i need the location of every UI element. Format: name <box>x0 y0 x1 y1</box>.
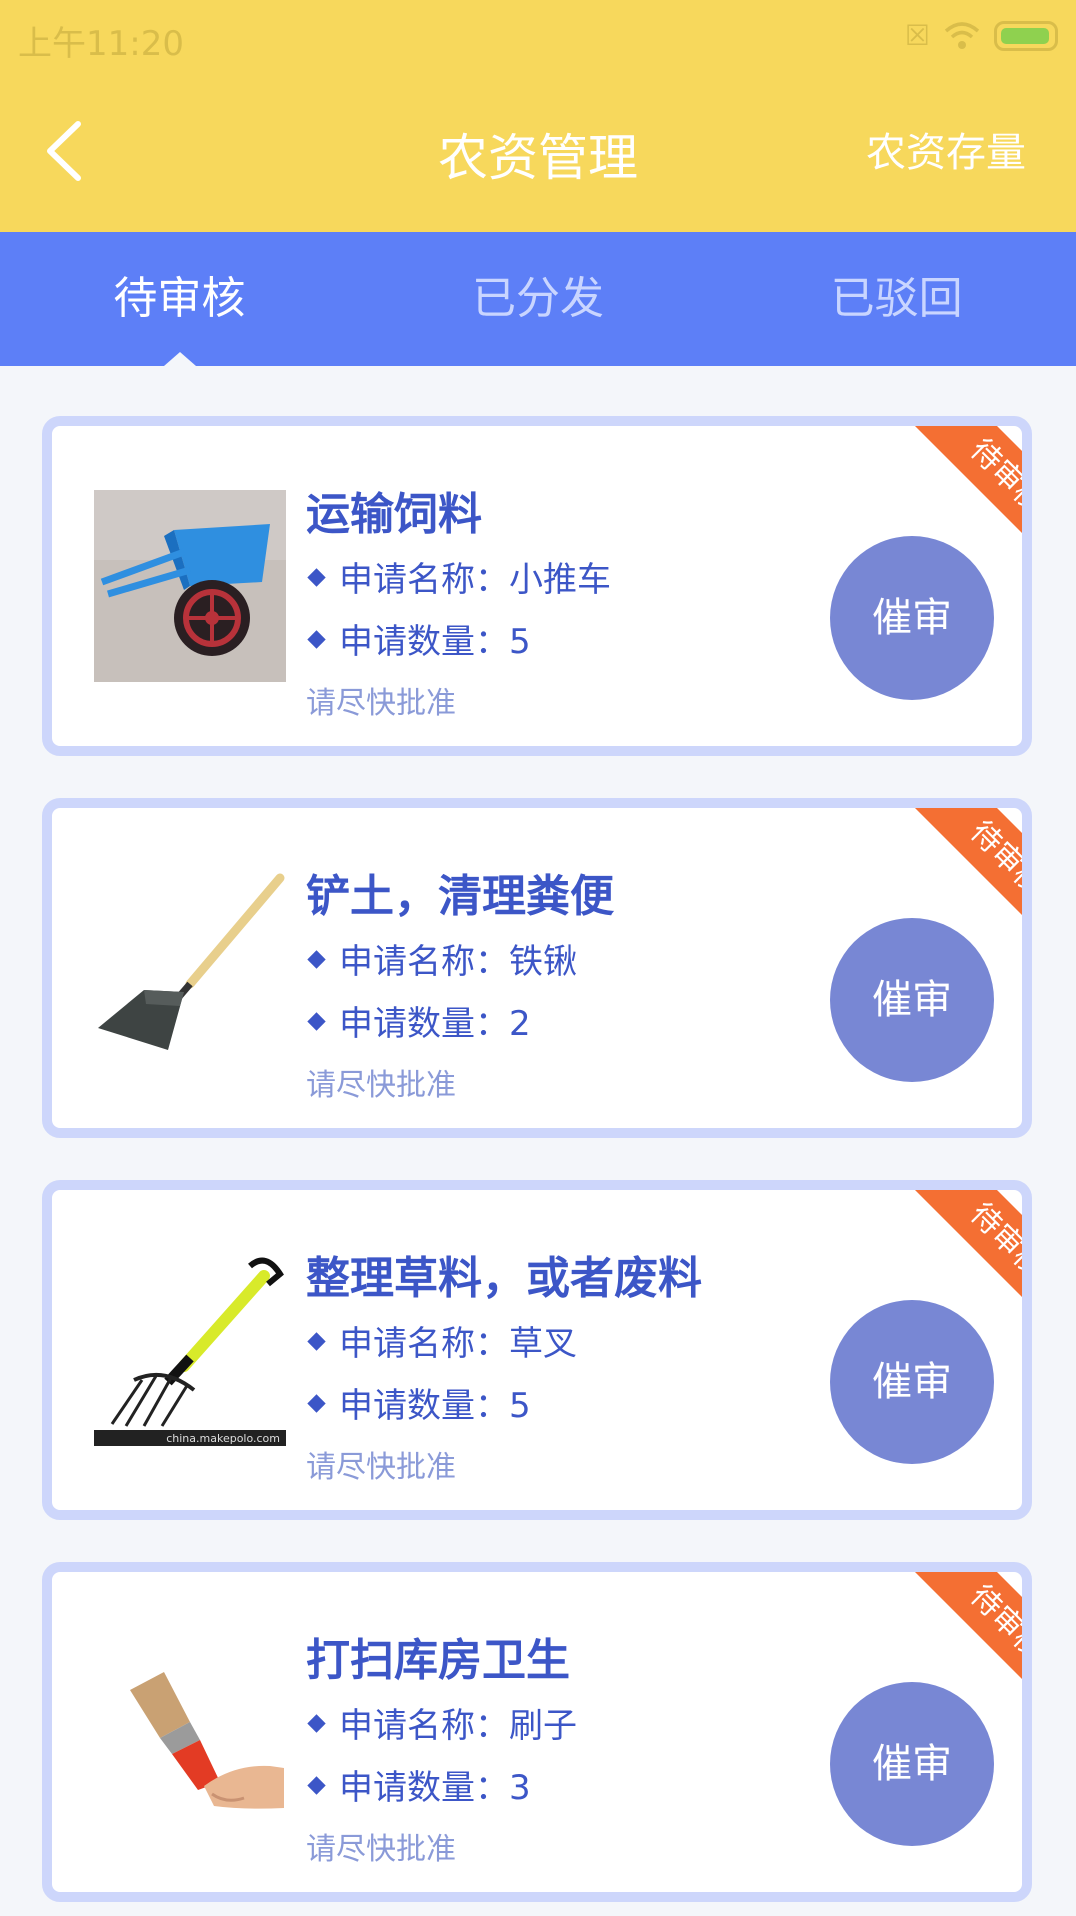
item-quantity-line: 申请数量：5 <box>306 614 531 663</box>
active-tab-indicator <box>164 352 196 366</box>
brush-image <box>94 1636 286 1828</box>
urge-review-button[interactable]: 催审 <box>830 1300 994 1464</box>
request-card[interactable]: china.makepolo.com 整理草料，或者废料 申请名称：草叉 申请数… <box>42 1180 1032 1520</box>
tab-pending[interactable]: 待审核 <box>0 232 359 366</box>
urge-review-button[interactable]: 催审 <box>830 918 994 1082</box>
diamond-bullet-icon <box>307 1394 326 1413</box>
status-time: 上午11:20 <box>18 24 184 64</box>
urge-review-button[interactable]: 催审 <box>830 536 994 700</box>
sim-icon: ☒ <box>904 19 930 52</box>
app-header: 上午11:20 ☒ 农资管理 农资存量 <box>0 0 1076 232</box>
item-name-line: 申请名称：草叉 <box>306 1316 577 1365</box>
tab-distributed[interactable]: 已分发 <box>359 232 718 366</box>
wheelbarrow-image <box>94 490 286 682</box>
status-ribbon: 待审核 <box>892 1190 1022 1320</box>
image-watermark: china.makepolo.com <box>166 1432 280 1445</box>
status-icons: ☒ <box>905 18 1058 54</box>
card-note: 请尽快批准 <box>306 1068 456 1103</box>
item-name-line: 申请名称：刷子 <box>306 1698 577 1747</box>
diamond-bullet-icon <box>307 1012 326 1031</box>
card-title: 打扫库房卫生 <box>306 1635 570 1686</box>
item-name-line: 申请名称：铁锹 <box>306 934 577 983</box>
item-name-line: 申请名称：小推车 <box>306 552 611 601</box>
inventory-link[interactable]: 农资存量 <box>866 120 1026 178</box>
request-card[interactable]: 打扫库房卫生 申请名称：刷子 申请数量：3 请尽快批准 催审 待审核 <box>42 1562 1032 1902</box>
urge-review-button[interactable]: 催审 <box>830 1682 994 1846</box>
ribbon-label: 待审核 <box>912 808 1022 938</box>
item-quantity-line: 申请数量：5 <box>306 1378 531 1427</box>
status-tabs: 待审核 已分发 已驳回 <box>0 232 1076 366</box>
ribbon-label: 待审核 <box>912 1572 1022 1702</box>
item-quantity-line: 申请数量：2 <box>306 996 531 1045</box>
card-title: 整理草料，或者废料 <box>306 1253 702 1304</box>
status-ribbon: 待审核 <box>892 1572 1022 1702</box>
diamond-bullet-icon <box>307 630 326 649</box>
diamond-bullet-icon <box>307 568 326 587</box>
diamond-bullet-icon <box>307 1714 326 1733</box>
wifi-icon <box>944 22 980 49</box>
tab-rejected[interactable]: 已驳回 <box>717 232 1076 366</box>
item-quantity-line: 申请数量：3 <box>306 1760 531 1809</box>
battery-icon <box>994 21 1058 51</box>
status-ribbon: 待审核 <box>892 808 1022 938</box>
diamond-bullet-icon <box>307 1776 326 1795</box>
card-note: 请尽快批准 <box>306 1450 456 1485</box>
request-card[interactable]: 运输饲料 申请名称：小推车 申请数量：5 请尽快批准 催审 待审核 <box>42 416 1032 756</box>
diamond-bullet-icon <box>307 1332 326 1351</box>
card-title: 运输饲料 <box>306 489 482 540</box>
shovel-image <box>94 872 286 1064</box>
pitchfork-image: china.makepolo.com <box>94 1254 286 1446</box>
card-note: 请尽快批准 <box>306 686 456 721</box>
ribbon-label: 待审核 <box>912 1190 1022 1320</box>
ribbon-label: 待审核 <box>912 426 1022 556</box>
card-note: 请尽快批准 <box>306 1832 456 1867</box>
diamond-bullet-icon <box>307 950 326 969</box>
status-ribbon: 待审核 <box>892 426 1022 556</box>
request-card[interactable]: 铲土，清理粪便 申请名称：铁锹 申请数量：2 请尽快批准 催审 待审核 <box>42 798 1032 1138</box>
card-title: 铲土，清理粪便 <box>306 871 614 922</box>
